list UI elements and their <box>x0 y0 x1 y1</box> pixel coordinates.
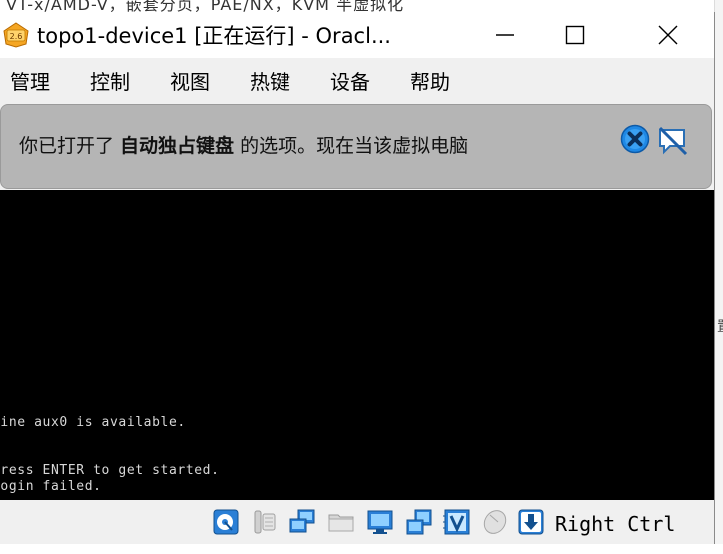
maximize-icon <box>565 25 585 45</box>
display-icon[interactable] <box>366 508 394 536</box>
menu-machine[interactable]: 管理 <box>10 66 50 95</box>
console-line: Login failed. <box>0 479 102 494</box>
menu-view[interactable]: 视图 <box>170 66 210 95</box>
window-title: topo1-device1 [正在运行] - Oracl... <box>37 24 391 48</box>
mute-message-icon[interactable] <box>656 124 690 158</box>
background-window-text: VT-x/AMD-V，嵌套分页，PAE/NX，KVM 半虚拟化 <box>0 0 723 12</box>
console-line: Line aux0 is available. <box>0 415 186 430</box>
keyboard-capture-infobar: 你已打开了 自动独占键盘 的选项。现在当该虚拟电脑 <box>0 104 712 189</box>
menu-devices[interactable]: 设备 <box>330 66 370 95</box>
background-window-char: 置 <box>717 316 723 336</box>
vm-window: 2.6 topo1-device1 [正在运行] - Oracl... 管理 控… <box>0 12 715 544</box>
hard-disk-icon[interactable] <box>212 508 240 536</box>
console-line: Press ENTER to get started. <box>0 463 220 478</box>
infobar-message: 你已打开了 自动独占键盘 的选项。现在当该虚拟电脑 <box>19 131 468 158</box>
vm-display[interactable]: Line aux0 is available. Press ENTER to g… <box>0 190 714 500</box>
minimize-button[interactable] <box>482 12 528 58</box>
menu-bar: 管理 控制 视图 热键 设备 帮助 <box>0 58 714 100</box>
mouse-integration-icon[interactable] <box>481 508 509 536</box>
audio-icon[interactable] <box>251 508 279 536</box>
menu-control[interactable]: 控制 <box>90 66 130 95</box>
status-bar: Right Ctrl <box>0 500 714 544</box>
infobar-text-after: 的选项。现在当该虚拟电脑 <box>234 135 469 157</box>
host-key-arrow-icon[interactable] <box>517 508 545 536</box>
vt-x-icon[interactable] <box>443 508 471 536</box>
usb-icon[interactable] <box>405 508 433 536</box>
virtualbox-app-icon: 2.6 <box>3 22 29 48</box>
infobar-text-bold: 自动独占键盘 <box>120 135 235 157</box>
background-window-edge: 置 <box>714 0 723 554</box>
bottom-edge <box>0 544 723 554</box>
maximize-button[interactable] <box>552 12 598 58</box>
close-window-button[interactable] <box>645 12 691 58</box>
close-info-icon[interactable] <box>620 124 650 154</box>
network-icon[interactable] <box>288 508 316 536</box>
menu-hotkeys[interactable]: 热键 <box>250 66 290 95</box>
title-bar[interactable]: 2.6 topo1-device1 [正在运行] - Oracl... <box>0 12 714 58</box>
menu-help[interactable]: 帮助 <box>410 66 450 95</box>
app-icon-badge: 2.6 <box>10 32 23 41</box>
background-window-line: VT-x/AMD-V，嵌套分页，PAE/NX，KVM 半虚拟化 <box>6 0 405 12</box>
minimize-icon <box>496 34 514 36</box>
infobar-text-before: 你已打开了 <box>19 135 121 157</box>
close-icon <box>658 25 678 45</box>
shared-folder-icon[interactable] <box>327 508 355 536</box>
host-key-label: Right Ctrl <box>555 512 676 536</box>
